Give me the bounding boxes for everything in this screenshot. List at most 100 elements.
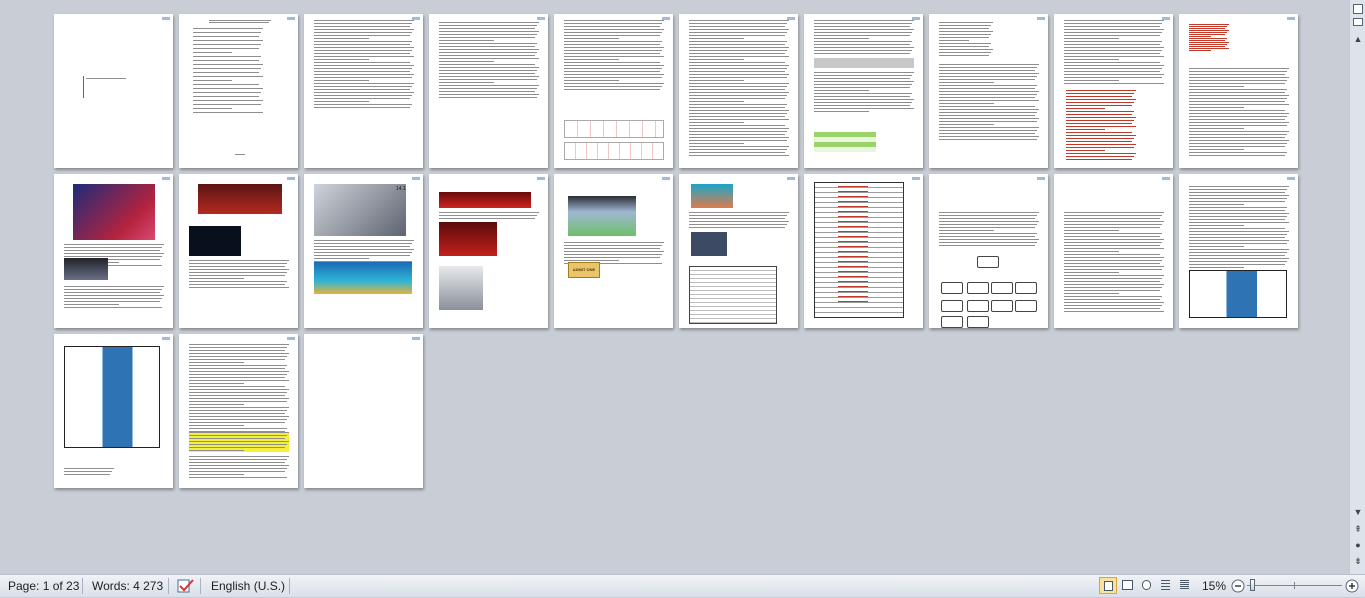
text-line xyxy=(1064,221,1164,222)
text-line xyxy=(689,65,789,66)
vertical-scrollbar[interactable]: ▲ ▼ ⇞ ● ⇟ xyxy=(1349,0,1365,574)
text-line xyxy=(189,447,285,448)
text-line xyxy=(689,98,785,99)
page-thumbnail-13[interactable]: 14.1 xyxy=(304,174,423,328)
text-line xyxy=(939,118,1039,119)
page-thumbnail-20[interactable] xyxy=(1179,174,1298,328)
next-page-icon[interactable]: ⇟ xyxy=(1350,554,1365,568)
page-thumbnail-8[interactable] xyxy=(929,14,1048,168)
page-thumbnail-6[interactable] xyxy=(679,14,798,168)
text-line xyxy=(1064,59,1119,60)
text-line xyxy=(1189,228,1285,229)
page-thumbnail-2[interactable] xyxy=(179,14,298,168)
page-thumbnail-15[interactable]: ADMIT ONE xyxy=(554,174,673,328)
text-line xyxy=(314,258,369,259)
text-line xyxy=(939,121,1037,122)
page-marker xyxy=(912,177,920,180)
page-thumbnail-16[interactable] xyxy=(679,174,798,328)
minus-icon[interactable] xyxy=(1231,578,1245,594)
page-thumbnail-22[interactable] xyxy=(179,334,298,488)
text-line xyxy=(1064,227,1160,228)
zoom-slider-thumb[interactable] xyxy=(1250,579,1255,591)
text-line xyxy=(838,301,868,302)
previous-page-icon[interactable]: ⇞ xyxy=(1350,522,1365,536)
text-line xyxy=(564,20,664,21)
text-line xyxy=(64,304,119,305)
text-line xyxy=(838,216,868,217)
text-line xyxy=(814,111,869,112)
text-line xyxy=(1064,215,1162,216)
text-line xyxy=(564,260,619,261)
text-line xyxy=(689,41,787,42)
page-thumbnail-14[interactable] xyxy=(429,174,548,328)
page-thumbnail-23[interactable] xyxy=(304,334,423,488)
split-view-icon[interactable] xyxy=(1353,4,1363,14)
org-chart-box xyxy=(991,282,1013,294)
text-line xyxy=(564,65,664,66)
text-line xyxy=(439,52,537,53)
thumb-table xyxy=(564,120,664,138)
page-thumbnail-10[interactable] xyxy=(1179,14,1298,168)
text-line xyxy=(689,44,785,45)
print-layout-view-button[interactable] xyxy=(1099,577,1117,594)
page-thumbnail-3[interactable] xyxy=(304,14,423,168)
zoom-level[interactable]: 15% xyxy=(1200,578,1226,594)
page-thumbnail-7[interactable] xyxy=(804,14,923,168)
text-line xyxy=(1064,263,1160,264)
page-thumbnail-4[interactable] xyxy=(429,14,548,168)
page-thumbnail-21[interactable] xyxy=(54,334,173,488)
text-line xyxy=(1189,225,1244,226)
plus-icon[interactable] xyxy=(1345,578,1359,594)
draft-view-button[interactable] xyxy=(1176,577,1194,594)
zoom-slider[interactable] xyxy=(1247,579,1342,593)
word-count[interactable]: Words: 4 273 xyxy=(92,578,163,594)
web-layout-view-button[interactable] xyxy=(1138,577,1156,594)
spelling-check-icon[interactable] xyxy=(177,578,195,594)
arrow-up-icon[interactable]: ▲ xyxy=(1350,32,1365,46)
text-line xyxy=(314,26,410,27)
page-thumbnail-1[interactable] xyxy=(54,14,173,168)
text-line xyxy=(1189,71,1287,72)
outline-view-button[interactable] xyxy=(1157,577,1175,594)
text-line xyxy=(189,462,285,463)
page-thumbnail-18[interactable] xyxy=(929,174,1048,328)
text-line xyxy=(689,101,744,102)
page-thumbnail-17[interactable] xyxy=(804,174,923,328)
auditorium-render xyxy=(314,184,406,236)
text-line xyxy=(314,29,414,30)
text-line xyxy=(209,20,271,21)
text-line xyxy=(564,254,662,255)
text-line xyxy=(1064,62,1160,63)
page-thumbnail-5[interactable] xyxy=(554,14,673,168)
page-thumbnail-19[interactable] xyxy=(1054,174,1173,328)
text-line xyxy=(1066,159,1132,160)
text-line xyxy=(939,43,991,44)
org-chart-box xyxy=(991,300,1013,312)
text-line xyxy=(1189,192,1285,193)
text-line xyxy=(939,242,1037,243)
page-thumbnail-11[interactable] xyxy=(54,174,173,328)
text-line xyxy=(689,218,785,219)
text-line xyxy=(1189,36,1211,37)
text-line xyxy=(189,392,287,393)
text-line xyxy=(1064,275,1164,276)
page-navigation-icon[interactable] xyxy=(1353,18,1363,26)
page-thumbnail-9[interactable] xyxy=(1054,14,1173,168)
text-line xyxy=(1189,32,1227,33)
page-thumbnail-12[interactable] xyxy=(179,174,298,328)
text-line xyxy=(689,146,789,147)
org-chart-box xyxy=(941,300,963,312)
text-line xyxy=(814,20,914,21)
arrow-down-icon[interactable]: ▼ xyxy=(1350,505,1365,519)
text-line xyxy=(439,76,539,77)
browse-object-icon[interactable]: ● xyxy=(1350,538,1365,552)
full-screen-reading-view-button[interactable] xyxy=(1119,577,1137,594)
org-chart-box xyxy=(1015,300,1037,312)
document-workspace[interactable]: 14.1 ADMIT ONE xyxy=(0,0,1349,574)
page-indicator[interactable]: Page: 1 of 23 xyxy=(8,578,79,594)
text-line xyxy=(1064,245,1160,246)
text-line xyxy=(64,301,160,302)
text-line xyxy=(1189,198,1287,199)
org-chart-box xyxy=(977,256,999,268)
language-indicator[interactable]: English (U.S.) xyxy=(211,578,285,594)
